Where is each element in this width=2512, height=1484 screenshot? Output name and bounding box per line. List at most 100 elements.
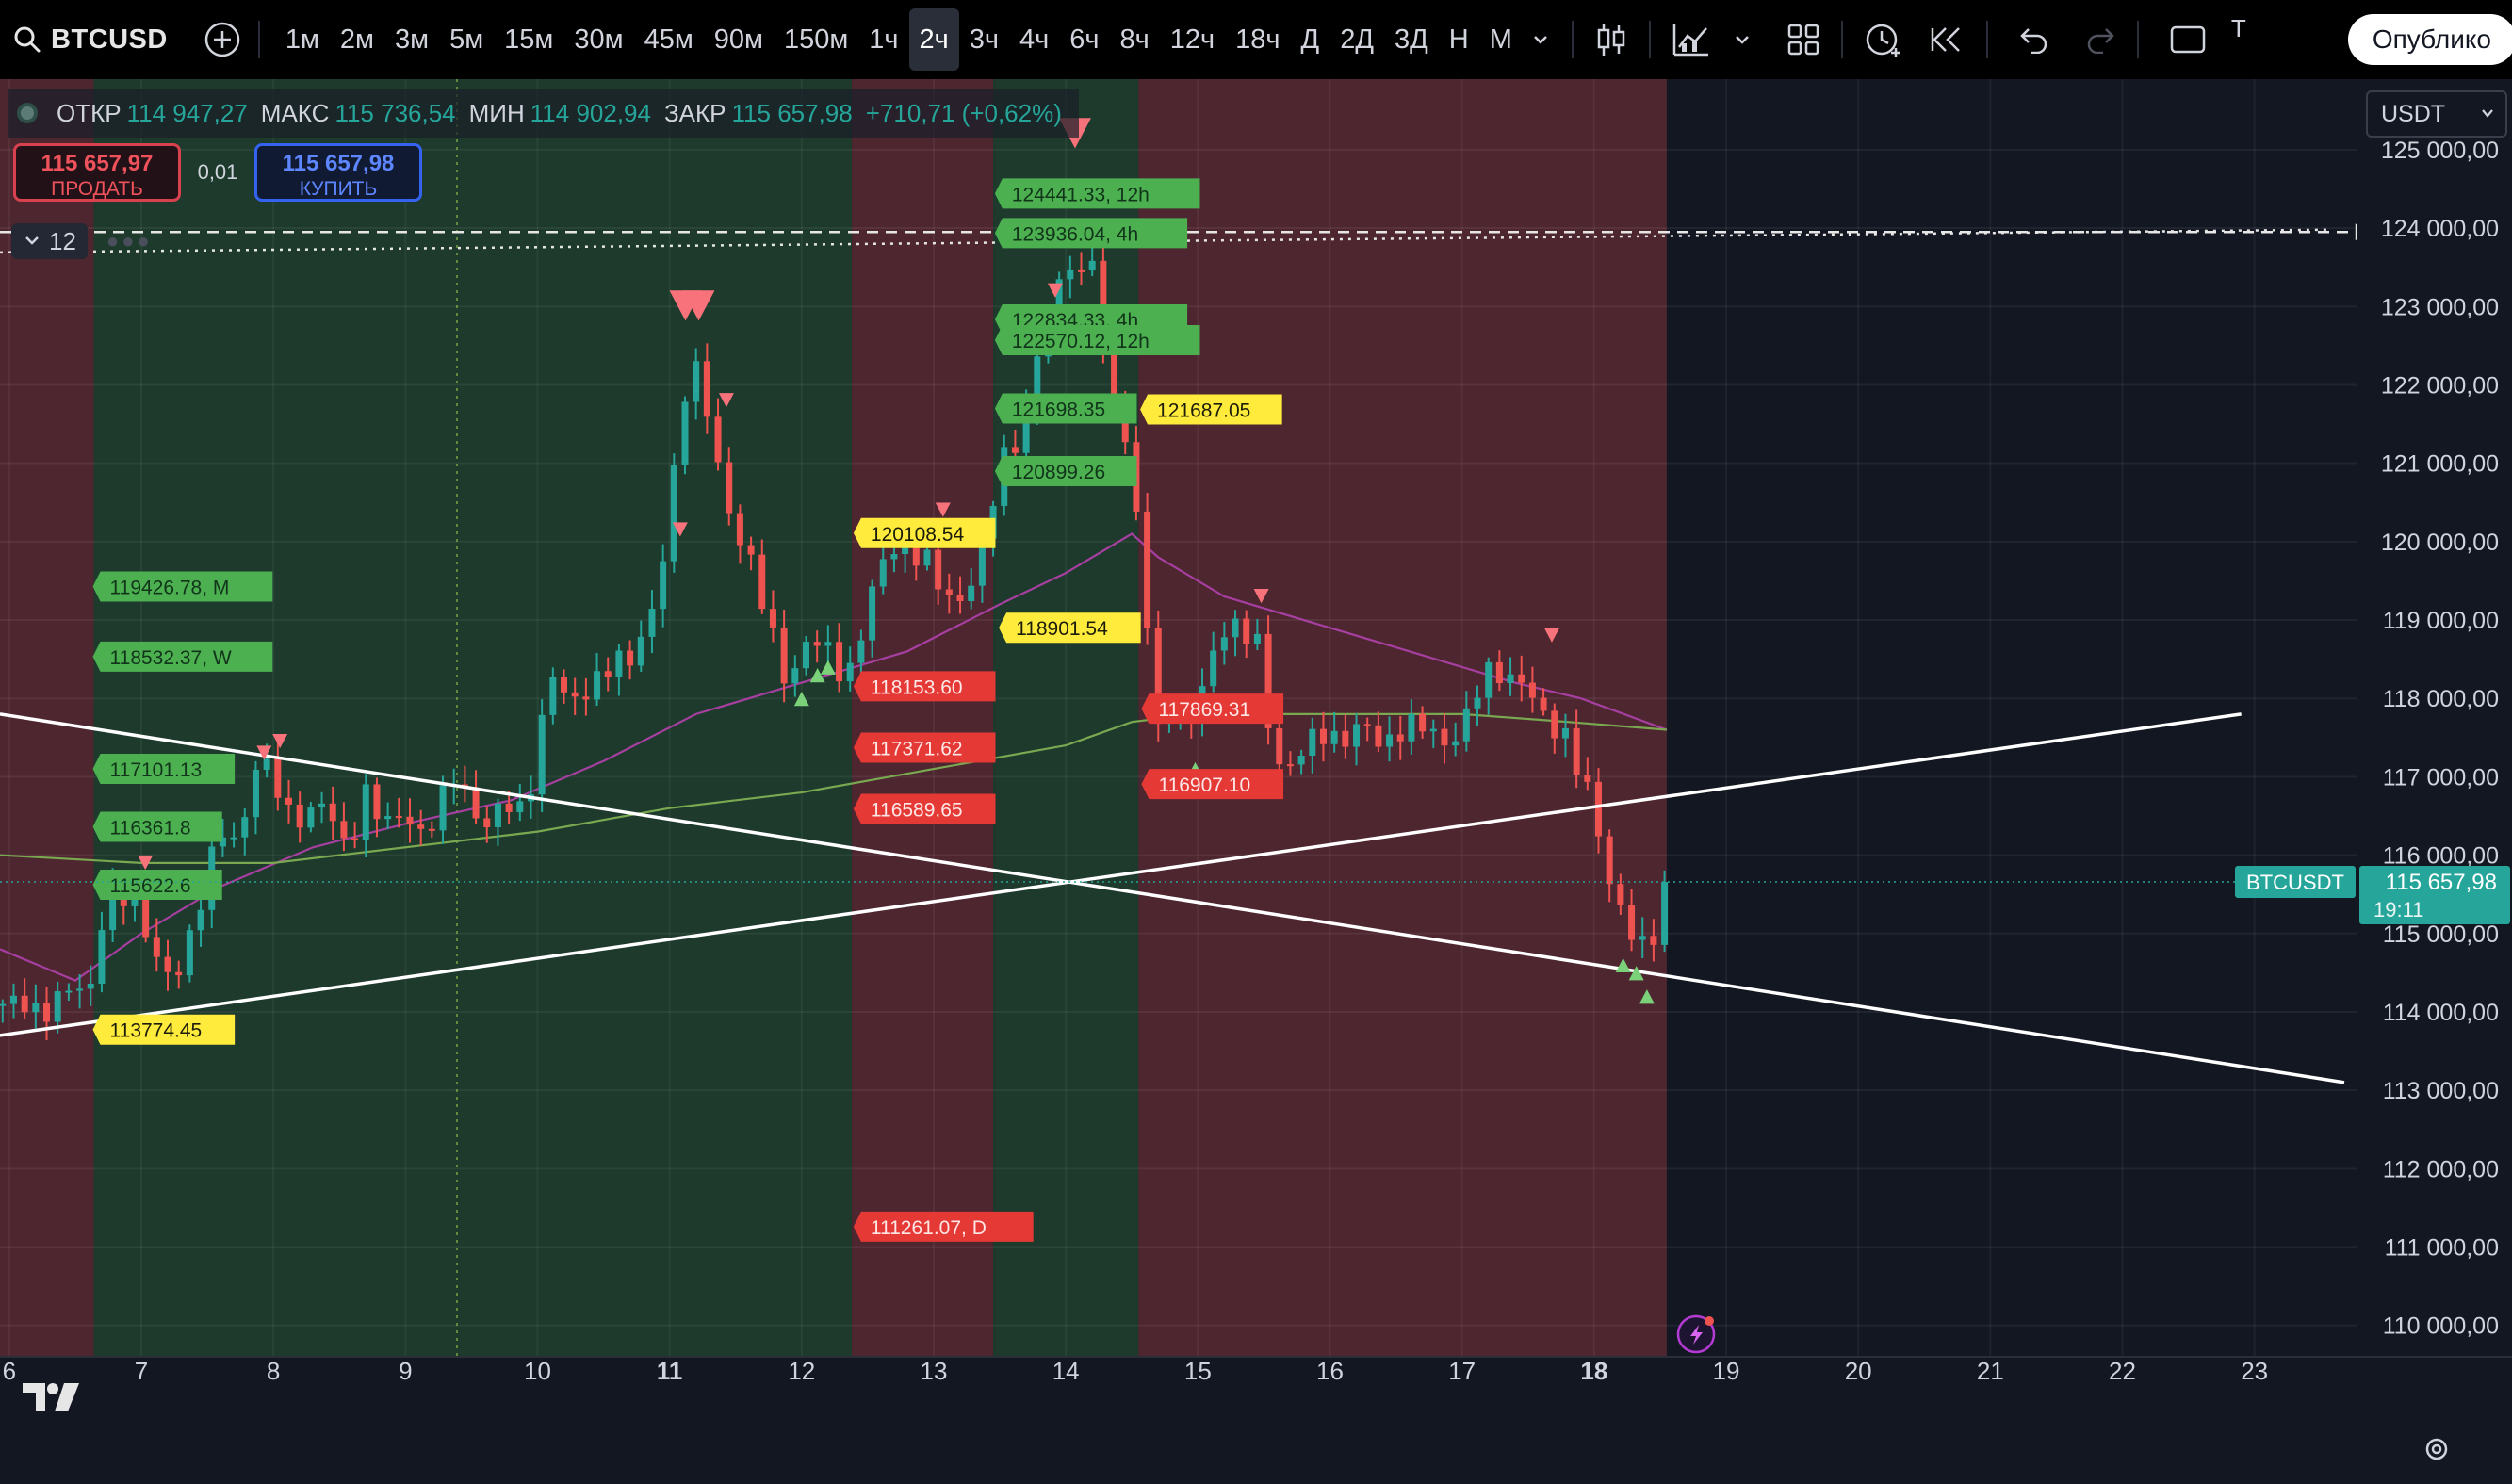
timeframe-16[interactable]: 18ч <box>1225 8 1290 71</box>
price-chart[interactable]: 119426.78, M 118532.37, W 117101.13 116361.… <box>0 79 2512 1479</box>
symbol-search[interactable]: BTCUSD <box>0 0 168 79</box>
timeframe-21[interactable]: М <box>1479 8 1523 71</box>
chevron-down-icon[interactable] <box>1530 29 1551 50</box>
candle-body-118 <box>1297 756 1305 765</box>
candle-body-22 <box>241 817 249 838</box>
replay-rewind-icon[interactable] <box>1930 25 1966 54</box>
timeframe-6[interactable]: 45м <box>634 8 704 71</box>
high-value: 115 736,54 <box>334 98 456 127</box>
level-label-text-4: 115622.6 <box>110 875 191 897</box>
candle-body-146 <box>1606 836 1613 885</box>
timeframe-2[interactable]: 3м <box>384 8 439 71</box>
timeframe-10[interactable]: 2ч <box>908 8 959 71</box>
candle-body-36 <box>395 816 402 819</box>
level-label-19: 116907.10 <box>1141 769 1284 800</box>
candle-body-31 <box>340 821 348 839</box>
indicators-toggle[interactable]: 12 <box>11 223 88 259</box>
candle-body-73 <box>802 642 809 669</box>
ohlc-legend: ОТКР 114 947,27 МАКС 115 736,54 МИН 114 902… <box>8 89 1079 138</box>
indicators-row: 12 ●●● <box>11 220 153 262</box>
more-dots-icon[interactable]: ●●● <box>106 229 153 253</box>
price-axis[interactable]: 110 000,00 111 000,00 112 000,00 113 000,00… <box>2357 79 2512 1357</box>
tradingview-logo-icon <box>21 1379 83 1420</box>
candle-body-72 <box>791 668 799 684</box>
candle-body-55 <box>604 671 612 677</box>
timeframe-7[interactable]: 90м <box>704 8 774 71</box>
quote-currency-value: USDT <box>2381 100 2446 127</box>
level-label-14: 118901.54 <box>999 612 1141 644</box>
trade-panel: 115 657,97 ПРОДАТЬ 0,01 115 657,98 КУПИТ… <box>13 143 422 202</box>
candle-body-18 <box>197 909 204 931</box>
price-tick-11: 121 000,00 <box>2381 451 2499 478</box>
candle-body-88 <box>968 585 975 601</box>
level-label-4: 115622.6 <box>92 869 222 900</box>
timeframe-19[interactable]: 3Д <box>1384 8 1439 71</box>
indicators-count: 12 <box>49 226 76 255</box>
indicators-icon[interactable] <box>1672 21 1711 58</box>
candle-body-144 <box>1584 775 1591 782</box>
level-label-text-12: 121687.05 <box>1157 400 1250 421</box>
candles-type-icon[interactable] <box>1594 21 1628 58</box>
candle-body-138 <box>1518 674 1525 683</box>
candle-body-114 <box>1253 633 1261 644</box>
candle-body-124 <box>1363 724 1371 726</box>
timeframe-3[interactable]: 5м <box>439 8 494 71</box>
candle-body-15 <box>164 956 171 972</box>
price-tick-5: 115 000,00 <box>2383 921 2499 948</box>
price-tick-7: 117 000,00 <box>2383 764 2499 791</box>
candle-body-21 <box>230 837 237 840</box>
time-tick-7: 13 <box>921 1357 948 1385</box>
candle-body-112 <box>1232 618 1239 638</box>
candle-body-140 <box>1540 697 1547 711</box>
fullscreen-icon[interactable] <box>2169 24 2207 56</box>
price-tick-2: 112 000,00 <box>2383 1156 2499 1182</box>
timeframe-1[interactable]: 2м <box>330 8 384 71</box>
lightning-alert-icon[interactable] <box>1676 1314 1716 1354</box>
candle-body-40 <box>439 785 447 831</box>
timeframe-17[interactable]: Д <box>1291 8 1330 71</box>
publish-button[interactable]: Опублико <box>2347 14 2512 65</box>
timeframe-11[interactable]: 3ч <box>959 8 1009 71</box>
level-label-text-11: 120899.26 <box>1012 462 1105 483</box>
buy-button[interactable]: 115 657,98 КУПИТЬ <box>254 143 422 202</box>
timeframe-5[interactable]: 30м <box>563 8 633 71</box>
chevron-down-icon[interactable] <box>1732 29 1753 50</box>
compare-plus-icon[interactable] <box>204 21 241 58</box>
candle-body-47 <box>516 801 524 812</box>
undo-icon[interactable] <box>2018 25 2050 54</box>
candle-body-59 <box>648 609 656 637</box>
level-label-5: 113774.45 <box>92 1014 236 1045</box>
chart-container[interactable]: 119426.78, M 118532.37, W 117101.13 116361.… <box>0 79 2512 1479</box>
timeframe-0[interactable]: 1м <box>275 8 330 71</box>
candle-body-75 <box>824 642 832 646</box>
timeframe-4[interactable]: 15м <box>494 8 563 71</box>
redo-icon[interactable] <box>2084 25 2116 54</box>
timeframe-14[interactable]: 8ч <box>1110 8 1160 71</box>
candle-body-81 <box>890 553 898 560</box>
price-tick-4: 114 000,00 <box>2383 1000 2499 1026</box>
timeframe-8[interactable]: 150м <box>774 8 858 71</box>
price-tick-14: 124 000,00 <box>2381 216 2499 242</box>
quote-currency-select[interactable]: USDT <box>2366 90 2507 138</box>
timeframe-15[interactable]: 12ч <box>1160 8 1225 71</box>
candle-body-132 <box>1452 741 1460 746</box>
timeframe-13[interactable]: 6ч <box>1059 8 1109 71</box>
candle-body-13 <box>142 898 150 938</box>
candle-body-116 <box>1276 727 1283 765</box>
candle-body-136 <box>1495 661 1503 684</box>
market-status-icon[interactable] <box>17 103 38 123</box>
timeframe-9[interactable]: 1ч <box>858 8 908 71</box>
layouts-grid-icon[interactable] <box>1786 23 1820 57</box>
sell-button[interactable]: 115 657,97 ПРОДАТЬ <box>13 143 181 202</box>
timeframe-18[interactable]: 2Д <box>1329 8 1384 71</box>
time-axis[interactable]: 6 7 8 9 10 11 12 13 14 15 16 17 18 19 20 21 22 23 <box>0 1356 2512 1479</box>
candle-body-110 <box>1210 650 1217 687</box>
candle-body-8 <box>87 984 94 989</box>
level-label-text-0: 119426.78, M <box>110 578 230 599</box>
timeframe-12[interactable]: 4ч <box>1009 8 1059 71</box>
timeframe-20[interactable]: Н <box>1439 8 1479 71</box>
candle-body-68 <box>747 545 755 555</box>
toolbar-separator <box>1985 21 1988 58</box>
candle-body-2 <box>21 995 28 1013</box>
alert-clock-icon[interactable] <box>1864 20 1903 59</box>
